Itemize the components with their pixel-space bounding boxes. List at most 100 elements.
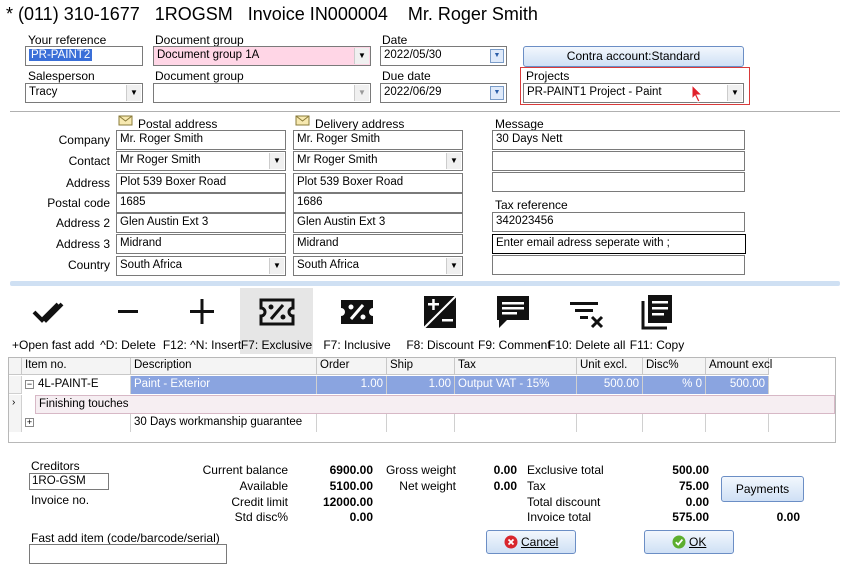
chevron-down-icon: ▼ [354, 48, 369, 64]
chevron-down-icon: ▼ [727, 85, 742, 101]
column-header[interactable]: Amount excl [706, 358, 772, 375]
contra-account-button[interactable]: Contra account:Standard [523, 46, 744, 67]
projects-dropdown[interactable]: PR-PAINT1 Project - Paint ▼ [523, 83, 744, 103]
cell-empty[interactable] [577, 414, 643, 432]
creditors-field[interactable]: 1RO-GSM [29, 473, 109, 490]
column-header[interactable]: Disc% [643, 358, 706, 375]
address-row-label: Address 3 [55, 237, 110, 251]
postal-address-3-field[interactable]: Midrand [116, 234, 286, 254]
column-header[interactable]: Unit excl. [577, 358, 643, 375]
plus-icon [162, 292, 242, 332]
expand-icon[interactable]: + [25, 418, 34, 427]
ok-button[interactable]: OK [644, 530, 734, 554]
toolbar-label: F8: Discount [406, 338, 474, 352]
cell-empty[interactable] [317, 414, 387, 432]
toolbar-button-double-check[interactable]: +Open fast add [12, 292, 94, 352]
delivery-country-dropdown[interactable]: South Africa ▼ [293, 256, 463, 276]
delivery-postal-code-field[interactable]: 1686 [293, 193, 463, 213]
cell-description[interactable]: 30 Days workmanship guarantee [131, 414, 317, 432]
postal-contact-dropdown[interactable]: Mr Roger Smith ▼ [116, 151, 286, 171]
cell-item[interactable] [22, 414, 131, 432]
gross-weight-value: 0.00 [493, 463, 517, 477]
invoice-total-value: 575.00 [672, 510, 709, 524]
toolbar-button-ticket-percent-filled[interactable]: F7: Inclusive [314, 292, 400, 352]
gross-weight-label: Gross weight [385, 463, 456, 477]
delivery-address-2-field[interactable]: Glen Austin Ext 3 [293, 213, 463, 233]
cell-description[interactable]: Paint - Exterior [131, 376, 317, 394]
postal-address-field[interactable]: Plot 539 Boxer Road [116, 173, 286, 193]
due-date-picker[interactable]: 2022/06/29 ▼ [380, 83, 507, 103]
column-header[interactable]: Tax [455, 358, 577, 375]
net-weight-value: 0.00 [493, 479, 517, 493]
chevron-down-icon: ▼ [354, 85, 369, 101]
window-title: * (011) 310-1677 1ROGSM Invoice IN000004… [6, 4, 538, 24]
doc-group-dropdown[interactable]: Document group 1A ▼ [153, 46, 371, 66]
salesperson-dropdown[interactable]: Tracy ▼ [25, 83, 143, 103]
date-picker[interactable]: 2022/05/30 ▼ [380, 46, 507, 66]
clear-filter-icon [548, 292, 624, 332]
message-line-2[interactable] [492, 151, 745, 171]
fast-add-input[interactable] [29, 544, 227, 564]
delivery-address-field[interactable]: Plot 539 Boxer Road [293, 173, 463, 193]
invoice-lines-grid[interactable]: Item no. Description Order Ship Tax Unit excl… [8, 357, 836, 443]
calendar-dropdown-icon: ▼ [490, 49, 504, 63]
toolbar-button-minus[interactable]: ^D: Delete [92, 292, 164, 352]
column-header[interactable]: Ship [387, 358, 455, 375]
toolbar-button-ticket-percent[interactable]: F7: Exclusive [240, 292, 313, 352]
fast-add-label: Fast add item (code/barcode/serial) [31, 531, 220, 545]
toolbar-label: F12: ^N: Insert [162, 338, 242, 352]
email-field[interactable]: Enter email adress seperate with ; [492, 234, 746, 254]
toolbar-label: F11: Copy [629, 338, 685, 352]
cell-item[interactable]: 4L-PAINT-E [22, 376, 131, 394]
address-row-label: Company [58, 133, 110, 147]
cell-empty[interactable] [706, 414, 769, 432]
minus-icon [92, 292, 164, 332]
column-header[interactable]: Order [317, 358, 387, 375]
toolbar-button-comment[interactable]: F9: Comment [478, 292, 551, 352]
check-icon [672, 535, 686, 549]
chevron-down-icon: ▼ [446, 258, 461, 274]
message-line-3[interactable] [492, 172, 745, 192]
section-splitter[interactable] [10, 281, 840, 286]
payments-button[interactable]: Payments [721, 476, 804, 502]
date-label: Date [382, 33, 408, 47]
toolbar-button-clear-filter[interactable]: F10: Delete all [548, 292, 625, 352]
comment-row[interactable]: Finishing touches [35, 395, 835, 414]
message-line-1[interactable]: 30 Days Nett [492, 130, 745, 150]
cell-empty[interactable] [387, 414, 455, 432]
cell-order[interactable]: 1.00 [317, 376, 387, 394]
postal-country-dropdown[interactable]: South Africa ▼ [116, 256, 286, 276]
delivery-contact-dropdown[interactable]: Mr Roger Smith ▼ [293, 151, 463, 171]
extra-field[interactable] [492, 255, 745, 275]
your-reference-field[interactable]: PR-PAINT2 [25, 46, 143, 66]
toolbar-button-plus-minus-box[interactable]: F8: Discount [402, 292, 478, 352]
toolbar-button-copy[interactable]: F11: Copy [624, 292, 690, 352]
cell-empty[interactable] [455, 414, 577, 432]
cell-ship[interactable]: 1.00 [387, 376, 455, 394]
collapse-icon[interactable]: − [25, 380, 34, 389]
salesperson-label: Salesperson [28, 69, 95, 83]
doc-group2-label: Document group [155, 69, 244, 83]
toolbar-button-plus[interactable]: F12: ^N: Insert [162, 292, 242, 352]
current-balance-label: Current balance [202, 463, 288, 477]
postal-company-field[interactable]: Mr. Roger Smith [116, 130, 286, 150]
chevron-down-icon: ▼ [269, 258, 284, 274]
postal-postal-code-field[interactable]: 1685 [116, 193, 286, 213]
cancel-button[interactable]: Cancel [486, 530, 576, 554]
cell-empty[interactable] [643, 414, 706, 432]
calendar-dropdown-icon: ▼ [490, 86, 504, 100]
payments-value: 0.00 [776, 510, 800, 524]
column-header[interactable]: Description [131, 358, 317, 375]
delivery-company-field[interactable]: Mr. Roger Smith [293, 130, 463, 150]
toolbar-label: F7: Inclusive [323, 338, 391, 352]
cell-amount[interactable]: 500.00 [706, 376, 769, 394]
cell-unit[interactable]: 500.00 [577, 376, 643, 394]
cell-tax[interactable]: Output VAT - 15% [455, 376, 577, 394]
delivery-address-3-field[interactable]: Midrand [293, 234, 463, 254]
tax-reference-field[interactable]: 342023456 [492, 212, 745, 232]
credit-limit-label: Credit limit [231, 495, 288, 509]
postal-address-2-field[interactable]: Glen Austin Ext 3 [116, 213, 286, 233]
column-header[interactable]: Item no. [22, 358, 131, 375]
doc-group2-dropdown[interactable]: ▼ [153, 83, 371, 103]
cell-disc[interactable]: % 0 [643, 376, 706, 394]
